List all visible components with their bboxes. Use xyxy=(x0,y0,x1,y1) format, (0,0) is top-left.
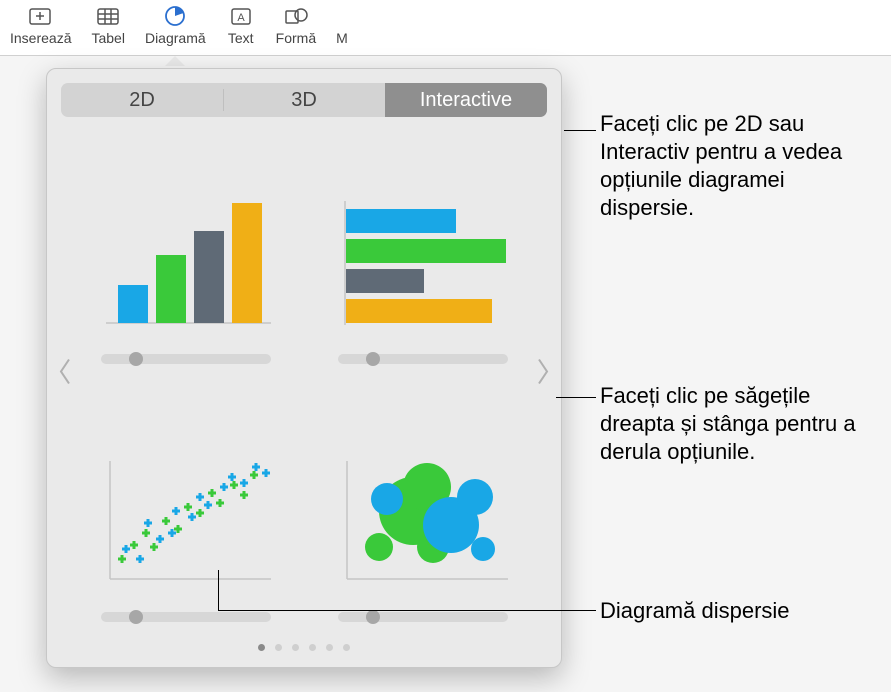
shape-button[interactable]: Formă xyxy=(266,0,326,56)
annotation-arrows: Faceți clic pe săgețile dreapta și stâng… xyxy=(600,382,880,466)
bubble-chart-thumbnail xyxy=(328,446,518,596)
more-button[interactable]: M xyxy=(326,0,358,56)
interactive-column-chart-option[interactable] xyxy=(85,135,286,364)
scatter-chart-thumbnail xyxy=(91,446,281,596)
column-chart-thumbnail xyxy=(91,188,281,338)
svg-text:A: A xyxy=(237,12,245,24)
table-button[interactable]: Tabel xyxy=(81,0,134,56)
page-dot[interactable] xyxy=(343,644,350,651)
chart-label: Diagramă xyxy=(145,30,206,46)
interactive-bar-chart-option[interactable] xyxy=(322,135,523,364)
leader-line xyxy=(556,397,596,398)
bar-chart-thumbnail xyxy=(328,188,518,338)
text-button[interactable]: A Text xyxy=(216,0,266,56)
insert-icon xyxy=(26,4,56,28)
style-slider[interactable] xyxy=(101,612,271,622)
tab-interactive[interactable]: Interactive xyxy=(385,83,547,117)
style-slider[interactable] xyxy=(101,354,271,364)
interactive-scatter-chart-option[interactable] xyxy=(85,394,286,623)
annotation-scatter: Diagramă dispersie xyxy=(600,597,790,625)
shape-icon xyxy=(281,4,311,28)
leader-line xyxy=(564,130,596,131)
chart-grid-area xyxy=(47,117,561,632)
style-slider[interactable] xyxy=(338,612,508,622)
text-label: Text xyxy=(228,30,254,46)
next-page-arrow[interactable] xyxy=(535,357,551,392)
style-slider[interactable] xyxy=(338,354,508,364)
page-dot[interactable] xyxy=(275,644,282,651)
annotation-tabs: Faceți clic pe 2D sau Interactiv pentru … xyxy=(600,110,880,223)
page-dot[interactable] xyxy=(309,644,316,651)
interactive-bubble-chart-option[interactable] xyxy=(322,394,523,623)
shape-label: Formă xyxy=(276,30,316,46)
text-icon: A xyxy=(226,4,256,28)
tab-2d[interactable]: 2D xyxy=(61,83,223,117)
chart-button[interactable]: Diagramă xyxy=(135,0,216,56)
insert-label: Inserează xyxy=(10,30,71,46)
table-icon xyxy=(93,4,123,28)
chart-type-segmented-control: 2D 3D Interactive xyxy=(61,83,547,117)
leader-line xyxy=(218,570,219,610)
chart-icon xyxy=(160,4,190,28)
tab-3d[interactable]: 3D xyxy=(223,83,385,117)
page-dot[interactable] xyxy=(326,644,333,651)
page-dots xyxy=(47,632,561,667)
prev-page-arrow[interactable] xyxy=(57,357,73,392)
page-dot[interactable] xyxy=(292,644,299,651)
page-dot[interactable] xyxy=(258,644,265,651)
leader-line xyxy=(218,610,596,611)
more-label: M xyxy=(336,30,348,46)
toolbar: Inserează Tabel Diagramă A Text Formă M xyxy=(0,0,891,56)
chart-picker-popover: 2D 3D Interactive xyxy=(46,68,562,668)
table-label: Tabel xyxy=(91,30,124,46)
insert-button[interactable]: Inserează xyxy=(0,0,81,56)
chart-option-grid xyxy=(85,135,523,622)
